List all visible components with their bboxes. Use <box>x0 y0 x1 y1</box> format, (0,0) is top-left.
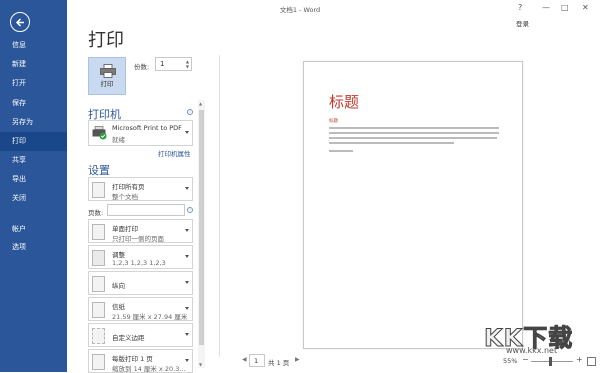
zoom-level[interactable]: 55% <box>503 357 517 365</box>
window-title: 文档1 - Word <box>279 6 321 14</box>
spin-arrows-icon[interactable]: ▲ ▼ <box>186 59 189 69</box>
restore-button[interactable]: □ <box>561 3 569 13</box>
body-text-line <box>329 132 499 134</box>
scrollbar-thumb[interactable] <box>199 110 204 345</box>
paper-size-detail: 21.59 厘米 x 27.94 厘米 <box>112 313 188 321</box>
panel-divider <box>219 55 220 357</box>
margins-label: 自定义边距 <box>112 334 145 342</box>
collate-detail: 1,2,3 1,2,3 1,2,3 <box>112 259 166 267</box>
pages-per-sheet-icon <box>92 354 105 370</box>
watermark-url: www.kkx.net <box>506 346 558 355</box>
previous-page-button[interactable]: ◀ <box>242 356 247 363</box>
nav-open[interactable]: 打开 <box>0 74 67 93</box>
pages-input[interactable] <box>107 204 185 216</box>
collate-label: 调整 <box>112 251 125 259</box>
preview-doc-heading: 标题 <box>329 119 338 124</box>
nav-close[interactable]: 关闭 <box>0 189 67 208</box>
chevron-down-icon <box>185 229 189 232</box>
nav-save[interactable]: 保存 <box>0 94 67 113</box>
sides-detail: 只打印一侧的页面 <box>112 235 164 243</box>
margins-icon <box>92 328 105 344</box>
orientation-dropdown[interactable]: 纵向 <box>88 271 193 295</box>
copies-stepper[interactable]: 1 ▲ ▼ <box>155 57 192 71</box>
sides-dropdown[interactable]: 单面打印 只打印一侧的页面 <box>88 219 193 243</box>
paper-icon <box>92 302 105 318</box>
paper-size-dropdown[interactable]: 信纸 21.59 厘米 x 27.94 厘米 <box>88 297 193 321</box>
one-sided-icon <box>92 224 105 240</box>
print-range-label: 打印所有页 <box>112 183 145 191</box>
print-button-label: 打印 <box>100 80 114 88</box>
print-range-dropdown[interactable]: 打印所有页 整个文档 <box>88 177 193 201</box>
nav-save-as[interactable]: 另存为 <box>0 113 67 132</box>
settings-scrollbar[interactable]: ▲ ▼ <box>198 100 205 368</box>
body-text-line <box>329 137 497 139</box>
collate-icon <box>92 250 105 266</box>
nav-print[interactable]: 打印 <box>0 132 67 151</box>
scroll-up-icon[interactable]: ▲ <box>199 101 202 106</box>
portrait-icon <box>92 276 105 292</box>
sign-in-link[interactable]: 登录 <box>516 18 529 28</box>
nav-export[interactable]: 导出 <box>0 170 67 189</box>
chevron-down-icon <box>185 333 189 336</box>
help-button[interactable]: ? <box>518 3 522 13</box>
paper-size-label: 信纸 <box>112 303 125 311</box>
pages-label: 页数: <box>88 209 104 217</box>
printer-name: Microsoft Print to PDF <box>112 124 182 132</box>
info-icon[interactable]: i <box>187 207 193 213</box>
printer-status: 就绪 <box>112 136 125 144</box>
zoom-slider[interactable] <box>531 361 573 362</box>
page-number-input[interactable]: 1 <box>249 354 265 367</box>
scroll-down-icon[interactable]: ▼ <box>199 362 202 367</box>
minimize-button[interactable]: — <box>542 3 550 13</box>
body-text-line <box>329 150 353 152</box>
chevron-down-icon <box>185 255 189 258</box>
orientation-label: 纵向 <box>112 282 125 290</box>
chevron-down-icon <box>185 187 189 190</box>
chevron-down-icon <box>185 307 189 310</box>
page-number-value: 1 <box>254 357 259 365</box>
chevron-down-icon <box>185 131 189 134</box>
close-button[interactable]: ✕ <box>582 3 589 13</box>
preview-page: 标题 标题 <box>303 61 523 349</box>
total-pages-label: 共 1 页 <box>268 359 290 367</box>
page-title: 打印 <box>88 30 124 51</box>
print-button[interactable]: 打印 <box>88 57 126 95</box>
body-text-line <box>329 142 454 144</box>
printer-icon <box>100 64 116 78</box>
site-watermark: KK下载 www.kkx.net <box>478 318 598 358</box>
pages-per-sheet-label: 每版打印 1 页 <box>112 355 153 363</box>
printer-icon <box>92 126 107 140</box>
pages-per-sheet-dropdown[interactable]: 每版打印 1 页 缩放到 14 厘米 x 20.3... <box>88 349 193 373</box>
back-button[interactable] <box>10 12 30 32</box>
nav-account[interactable]: 帐户 <box>0 220 67 239</box>
print-range-detail: 整个文档 <box>112 193 138 201</box>
collate-dropdown[interactable]: 调整 1,2,3 1,2,3 1,2,3 <box>88 245 193 269</box>
settings-section-title: 设置 <box>88 164 110 177</box>
chevron-down-icon <box>185 281 189 284</box>
chevron-down-icon <box>185 359 189 362</box>
arrow-left-icon <box>15 17 24 27</box>
body-text-line <box>329 127 499 129</box>
zoom-slider-thumb[interactable] <box>549 357 552 366</box>
title-bar: 文档1 - Word ? — □ ✕ <box>67 0 600 18</box>
nav-new[interactable]: 新建 <box>0 55 67 74</box>
sides-label: 单面打印 <box>112 225 138 233</box>
printer-properties-link[interactable]: 打印机属性 <box>158 148 191 158</box>
fit-to-page-icon[interactable] <box>587 357 596 366</box>
backstage-nav: 信息 新建 打开 保存 另存为 打印 共享 导出 关闭 帐户 选项 <box>0 0 67 372</box>
nav-info[interactable]: 信息 <box>0 36 67 55</box>
info-icon[interactable]: i <box>187 109 193 115</box>
pages-icon <box>92 182 105 198</box>
nav-options[interactable]: 选项 <box>0 238 67 257</box>
printer-dropdown[interactable]: Microsoft Print to PDF 就绪 <box>88 120 193 146</box>
copies-value: 1 <box>160 60 165 68</box>
next-page-button[interactable]: ▶ <box>295 356 300 363</box>
margins-dropdown[interactable]: 自定义边距 <box>88 323 193 347</box>
preview-doc-title: 标题 <box>329 93 360 111</box>
nav-share[interactable]: 共享 <box>0 151 67 170</box>
copies-label: 份数: <box>134 63 150 71</box>
